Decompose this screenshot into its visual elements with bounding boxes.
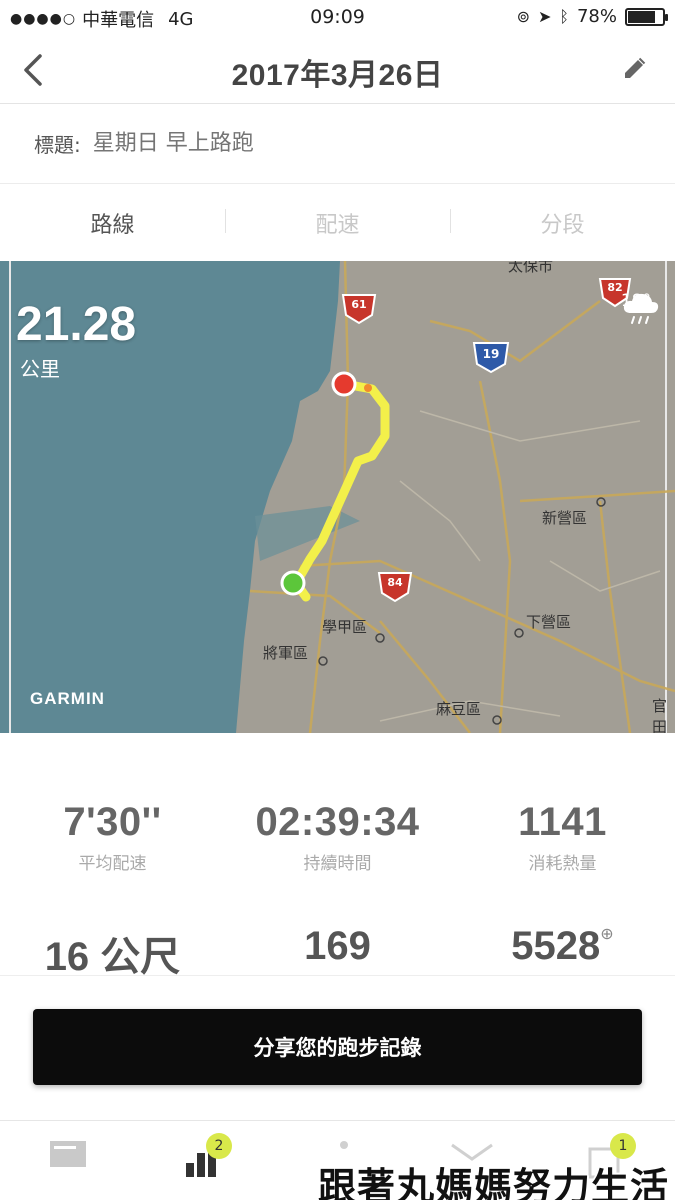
detail-tabs: 路線 配速 分段 (0, 185, 675, 261)
pencil-icon (625, 57, 646, 78)
tab-activity[interactable]: 2 (184, 1133, 244, 1189)
garmin-logo: GARMIN (30, 689, 105, 708)
divider (0, 975, 675, 976)
place-label: 新營區 (542, 509, 588, 527)
status-bar: ●●●●○ 中華電信 4G 09:09 ⊚ ➤ ᛒ 78% (0, 0, 675, 36)
steps-add-icon[interactable]: ⊕ (600, 926, 613, 943)
steps-stat: 5528⊕ (450, 924, 675, 982)
rain-cloud-icon (623, 293, 658, 324)
activity-badge: 2 (206, 1133, 232, 1159)
stat-duration: 02:39:34 持續時間 (225, 800, 450, 874)
activity-title-row: 標題: (0, 104, 675, 184)
tab-pace[interactable]: 配速 (225, 207, 450, 239)
distance-value: 21.28 (16, 298, 137, 351)
duration-value: 02:39:34 (255, 800, 420, 844)
battery-percent: 78% (576, 6, 617, 27)
weather-badge: 18° (621, 291, 658, 324)
heart-rate-value: 169 (304, 924, 371, 968)
title-label: 標題: (34, 133, 81, 157)
battery-icon (625, 7, 668, 26)
avg-pace-label: 平均配速 (78, 854, 147, 874)
tab-splits[interactable]: 分段 (450, 207, 675, 239)
rotation-lock-icon: ⊚ (516, 7, 530, 26)
feed-icon (50, 1141, 86, 1167)
duration-label: 持續時間 (303, 854, 372, 874)
tab-route[interactable]: 路線 (0, 207, 225, 239)
edit-button[interactable] (619, 54, 649, 84)
battery-fill (628, 10, 655, 23)
stat-calories: 1141 消耗熱量 (450, 800, 675, 874)
place-label: 下營區 (526, 613, 572, 631)
share-run-button[interactable]: 分享您的跑步記錄 (33, 1009, 642, 1085)
page-title: 2017年3月26日 (231, 59, 444, 92)
shield-label-84: 84 (387, 576, 403, 589)
steps-value: 5528 (511, 924, 601, 968)
nav-bar: 2017年3月26日 (0, 36, 675, 104)
distance-unit: 公里 (20, 357, 60, 381)
route-map[interactable]: 61 19 84 82 太保市 新營區 下營區 學甲區 將軍區 麻豆區 官田 2… (0, 261, 675, 733)
calories-label: 消耗熱量 (528, 854, 597, 874)
place-label: 將軍區 (263, 644, 309, 662)
shield-label-19: 19 (482, 347, 500, 361)
place-label: 學甲區 (322, 618, 368, 636)
location-arrow-icon: ➤ (537, 7, 552, 26)
stats-primary: 7'30'' 平均配速 02:39:34 持續時間 1141 消耗熱量 (0, 800, 675, 874)
route-segment-marker (364, 384, 372, 392)
status-right: ⊚ ➤ ᛒ 78% (516, 6, 668, 27)
place-label: 麻豆區 (436, 700, 482, 718)
tab-feed[interactable] (48, 1139, 108, 1189)
shield-label-61: 61 (351, 298, 367, 311)
stat-avg-pace: 7'30'' 平均配速 (0, 800, 225, 874)
place-label: 太保市 (508, 261, 554, 275)
avg-pace-value: 7'30'' (63, 800, 162, 844)
bluetooth-icon: ᛒ (559, 7, 569, 26)
activity-title-input[interactable] (92, 131, 573, 156)
calories-value: 1141 (518, 800, 607, 844)
place-label: 官田 (652, 697, 668, 733)
watermark: 跟著丸媽媽努力生活 (317, 1164, 669, 1200)
stats-secondary: 16 公尺 169 5528⊕ (0, 924, 675, 982)
elevation-value: 16 公尺 (44, 935, 181, 979)
end-marker (331, 371, 357, 397)
start-marker (280, 570, 306, 596)
